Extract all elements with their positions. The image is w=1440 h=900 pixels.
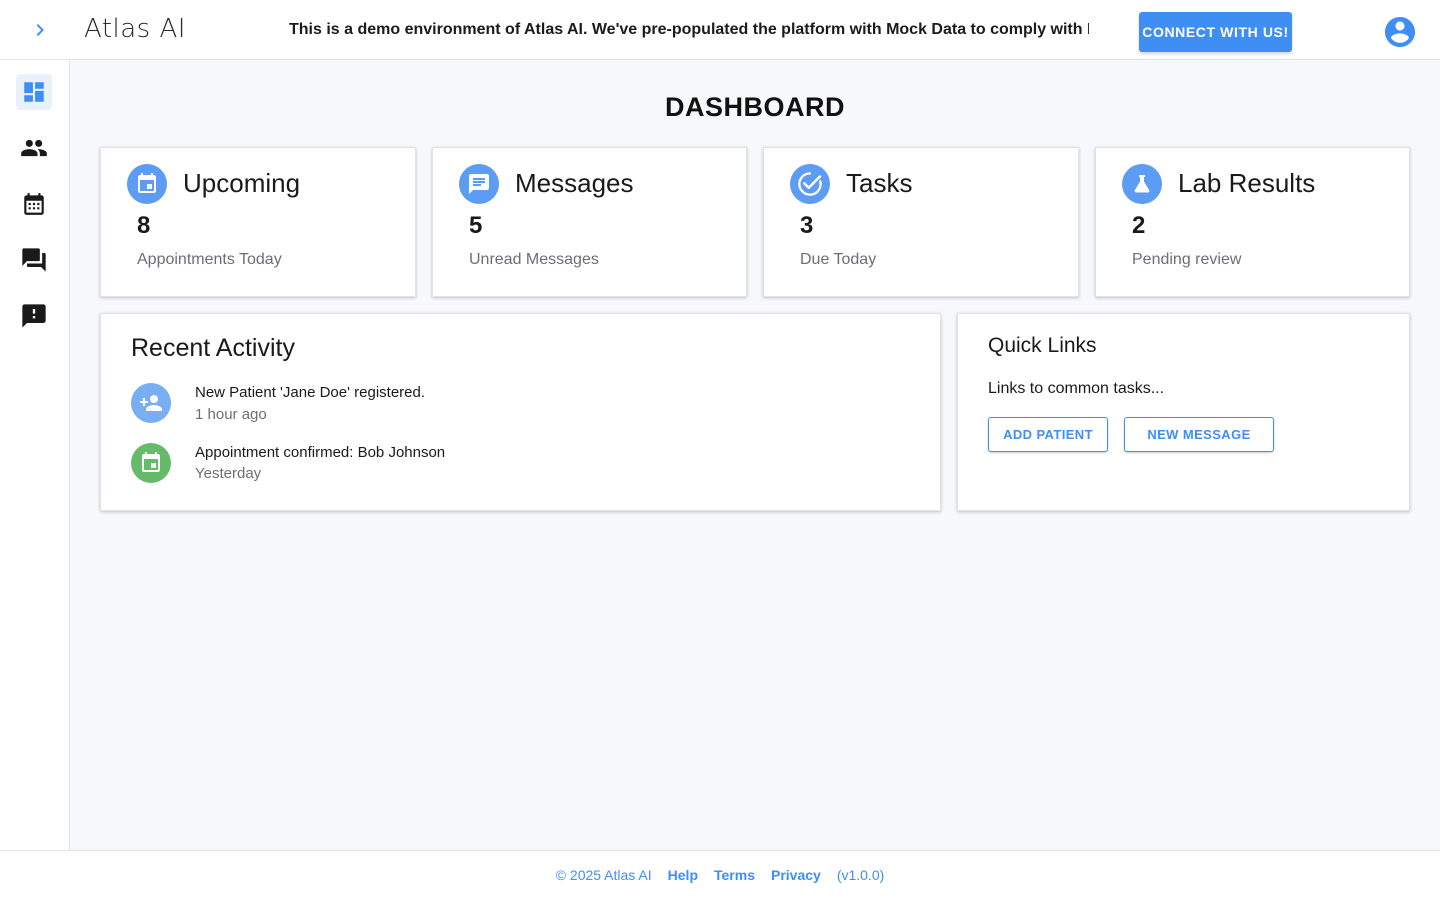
dashboard-icon bbox=[24, 82, 44, 102]
expand-sidebar-button[interactable] bbox=[24, 14, 56, 46]
demo-banner: This is a demo environment of Atlas AI. … bbox=[289, 21, 1089, 38]
stat-card-tasks[interactable]: Tasks 3 Due Today bbox=[763, 147, 1079, 297]
help-link[interactable]: Help bbox=[668, 867, 698, 883]
quick-links-description: Links to common tasks... bbox=[988, 380, 1165, 397]
stat-value: 2 bbox=[1132, 212, 1146, 239]
terms-link[interactable]: Terms bbox=[714, 867, 755, 883]
flask-icon bbox=[1122, 164, 1162, 204]
activity-time: Yesterday bbox=[195, 465, 262, 482]
sidebar-item-dashboard[interactable] bbox=[16, 74, 52, 110]
event-icon bbox=[127, 164, 167, 204]
recent-activity-title: Recent Activity bbox=[131, 334, 295, 362]
message-icon bbox=[459, 164, 499, 204]
add-patient-button[interactable]: ADD PATIENT bbox=[988, 417, 1108, 452]
sidebar-item-messages[interactable] bbox=[16, 242, 52, 278]
stat-title: Lab Results bbox=[1178, 168, 1316, 198]
connect-button[interactable]: CONNECT WITH US! bbox=[1139, 12, 1292, 52]
stat-card-lab-results[interactable]: Lab Results 2 Pending review bbox=[1095, 147, 1410, 297]
forum-icon bbox=[22, 248, 46, 272]
chevron-right-icon bbox=[36, 24, 44, 36]
copyright-text: © 2025 Atlas AI bbox=[555, 867, 652, 883]
stat-title: Messages bbox=[515, 168, 634, 198]
stat-value: 5 bbox=[469, 212, 483, 239]
stat-value: 8 bbox=[137, 212, 151, 239]
calendar-icon bbox=[24, 193, 44, 215]
activity-text: Appointment confirmed: Bob Johnson bbox=[195, 444, 446, 461]
person-add-icon bbox=[131, 383, 171, 423]
activity-time: 1 hour ago bbox=[195, 406, 267, 423]
event-icon bbox=[131, 443, 171, 483]
footer: © 2025 Atlas AI Help Terms Privacy (v1.0… bbox=[0, 850, 1440, 900]
page-title: DASHBOARD bbox=[665, 92, 845, 122]
task-check-icon bbox=[790, 164, 830, 204]
account-button[interactable] bbox=[1382, 14, 1418, 50]
people-icon bbox=[21, 139, 47, 157]
account-circle-icon bbox=[1385, 17, 1415, 47]
stat-value: 3 bbox=[800, 212, 814, 239]
sidebar bbox=[0, 60, 70, 850]
stat-label: Appointments Today bbox=[137, 251, 282, 268]
stat-card-upcoming[interactable]: Upcoming 8 Appointments Today bbox=[100, 147, 416, 297]
quick-links-title: Quick Links bbox=[988, 334, 1097, 357]
version-text: (v1.0.0) bbox=[836, 867, 885, 883]
stat-label: Unread Messages bbox=[469, 251, 599, 268]
sidebar-item-calendar[interactable] bbox=[16, 186, 52, 222]
feedback-icon bbox=[22, 304, 46, 328]
privacy-link[interactable]: Privacy bbox=[771, 867, 821, 883]
activity-text: New Patient 'Jane Doe' registered. bbox=[195, 384, 426, 401]
sidebar-item-patients[interactable] bbox=[16, 130, 52, 166]
stat-title: Tasks bbox=[846, 168, 913, 198]
sidebar-item-feedback[interactable] bbox=[16, 298, 52, 334]
app-logo[interactable]: Atlas AI bbox=[84, 14, 186, 44]
new-message-button[interactable]: NEW MESSAGE bbox=[1124, 417, 1274, 452]
quick-links-card: Quick Links Links to common tasks... ADD… bbox=[957, 313, 1410, 511]
top-app-bar: Atlas AI This is a demo environment of A… bbox=[0, 0, 1440, 60]
stat-label: Pending review bbox=[1132, 251, 1242, 268]
stat-label: Due Today bbox=[800, 251, 877, 268]
recent-activity-card: Recent Activity New Patient 'Jane Doe' r… bbox=[100, 313, 941, 511]
stat-card-messages[interactable]: Messages 5 Unread Messages bbox=[432, 147, 747, 297]
stat-title: Upcoming bbox=[183, 168, 301, 198]
